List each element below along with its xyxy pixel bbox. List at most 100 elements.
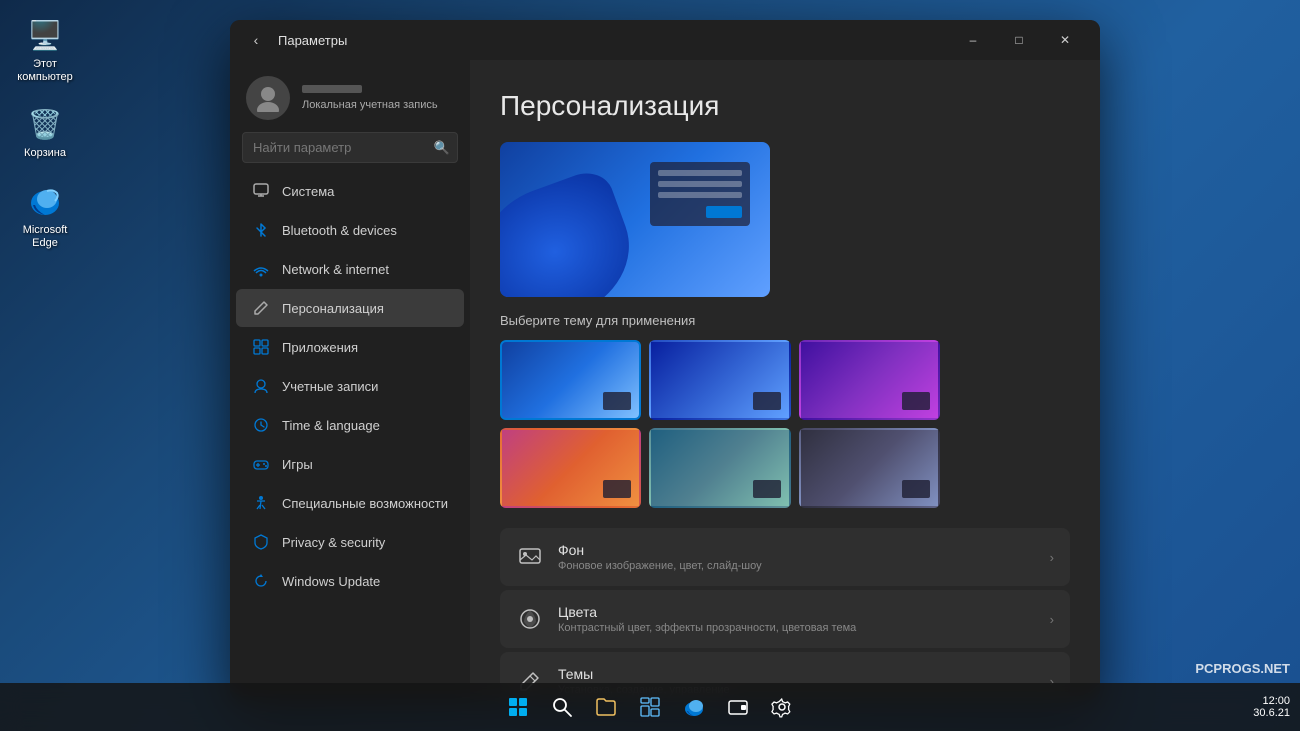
maximize-button[interactable]: □ [996,24,1042,56]
theme-1-mini-bar [603,392,631,410]
settings-window: ‹ Параметры – □ ✕ [230,20,1100,700]
bluetooth-icon [252,221,270,239]
theme-2[interactable] [649,340,790,420]
page-title: Персонализация [500,90,1070,122]
taskbar-icons [498,687,802,727]
sidebar-item-gaming[interactable]: Игры [236,445,464,483]
title-bar: ‹ Параметры – □ ✕ [230,20,1100,60]
settings-item-background[interactable]: Фон Фоновое изображение, цвет, слайд-шоу… [500,528,1070,586]
personalization-icon [252,299,270,317]
colors-icon [516,605,544,633]
theme-5[interactable] [649,428,790,508]
sidebar-item-accounts[interactable]: Учетные записи [236,367,464,405]
themes-grid [500,340,940,508]
preview-flower [500,165,648,297]
system-label: Система [282,184,334,199]
colors-title: Цвета [558,604,1036,620]
user-profile[interactable]: Локальная учетная запись [230,60,470,132]
watermark: PCPROGS.NET [1195,661,1290,676]
accounts-label: Учетные записи [282,379,378,394]
colors-arrow: › [1050,612,1054,627]
search-icon: 🔍 [434,140,450,156]
search-input[interactable] [242,132,458,163]
back-button[interactable]: ‹ [242,26,270,54]
edge-label: MicrosoftEdge [23,224,68,250]
main-content: Персонализация Выберите тему для примене… [470,60,1100,700]
sidebar-item-personalization[interactable]: Персонализация [236,289,464,327]
theme-6[interactable] [799,428,940,508]
accessibility-icon [252,494,270,512]
personalization-label: Персонализация [282,301,384,316]
sidebar: Локальная учетная запись 🔍 Система [230,60,470,700]
user-name [302,85,362,93]
background-arrow: › [1050,550,1054,565]
minimize-button[interactable]: – [950,24,996,56]
background-icon [516,543,544,571]
sidebar-item-system[interactable]: Система [236,172,464,210]
bluetooth-label: Bluetooth & devices [282,223,397,238]
time-display: 12:00 [1253,695,1290,707]
settings-list: Фон Фоновое изображение, цвет, слайд-шоу… [500,528,1070,700]
preview-bar-3 [658,192,742,198]
sidebar-item-time[interactable]: Time & language [236,406,464,444]
colors-text: Цвета Контрастный цвет, эффекты прозрачн… [558,604,1036,634]
preview-bar-1 [658,170,742,176]
colors-desc: Контрастный цвет, эффекты прозрачности, … [558,622,1036,634]
themes-label: Выберите тему для применения [500,313,1070,328]
theme-4[interactable] [500,428,641,508]
desktop-icon-trash[interactable]: 🗑️ Корзина [10,99,80,165]
time-label: Time & language [282,418,380,433]
accessibility-label: Специальные возможности [282,496,448,511]
theme-1[interactable] [500,340,641,420]
taskbar-time: 12:00 30.6.21 [1253,695,1290,719]
theme-preview [500,142,770,297]
avatar [246,76,290,120]
taskbar-files[interactable] [586,687,626,727]
taskbar-start[interactable] [498,687,538,727]
update-icon [252,572,270,590]
sidebar-item-bluetooth[interactable]: Bluetooth & devices [236,211,464,249]
user-info: Локальная учетная запись [302,85,438,111]
sidebar-item-privacy[interactable]: Privacy & security [236,523,464,561]
settings-body: Локальная учетная запись 🔍 Система [230,60,1100,700]
sidebar-item-network[interactable]: Network & internet [236,250,464,288]
network-icon [252,260,270,278]
desktop-icon-edge[interactable]: MicrosoftEdge [10,176,80,255]
taskbar-wallet[interactable] [718,687,758,727]
user-type: Локальная учетная запись [302,99,438,111]
taskbar-search[interactable] [542,687,582,727]
settings-item-colors[interactable]: Цвета Контрастный цвет, эффекты прозрачн… [500,590,1070,648]
taskbar-widgets[interactable] [630,687,670,727]
theme-6-mini-bar [902,480,930,498]
sidebar-item-update[interactable]: Windows Update [236,562,464,600]
preview-button [706,206,742,218]
system-icon [252,182,270,200]
gaming-label: Игры [282,457,313,472]
date-display: 30.6.21 [1253,707,1290,719]
desktop-icon-computer[interactable]: 🖥️ Этоткомпьютер [10,10,80,89]
taskbar-right: 12:00 30.6.21 [1253,695,1290,719]
theme-3[interactable] [799,340,940,420]
apps-icon [252,338,270,356]
taskbar: 12:00 30.6.21 [0,683,1300,731]
network-label: Network & internet [282,262,389,277]
nav-list: Система Bluetooth & devices Network & in… [230,171,470,700]
sidebar-item-apps[interactable]: Приложения [236,328,464,366]
taskbar-settings[interactable] [762,687,802,727]
update-label: Windows Update [282,574,380,589]
theme-5-mini-bar [753,480,781,498]
computer-label: Этоткомпьютер [17,58,72,84]
trash-label: Корзина [24,147,66,160]
theme-3-mini-bar [902,392,930,410]
background-text: Фон Фоновое изображение, цвет, слайд-шоу [558,542,1036,572]
search-box: 🔍 [242,132,458,163]
background-desc: Фоновое изображение, цвет, слайд-шоу [558,560,1036,572]
close-button[interactable]: ✕ [1042,24,1088,56]
sidebar-item-accessibility[interactable]: Специальные возможности [236,484,464,522]
preview-bar-2 [658,181,742,187]
privacy-label: Privacy & security [282,535,385,550]
window-controls: – □ ✕ [950,24,1088,56]
background-title: Фон [558,542,1036,558]
taskbar-edge[interactable] [674,687,714,727]
computer-icon: 🖥️ [25,15,65,55]
